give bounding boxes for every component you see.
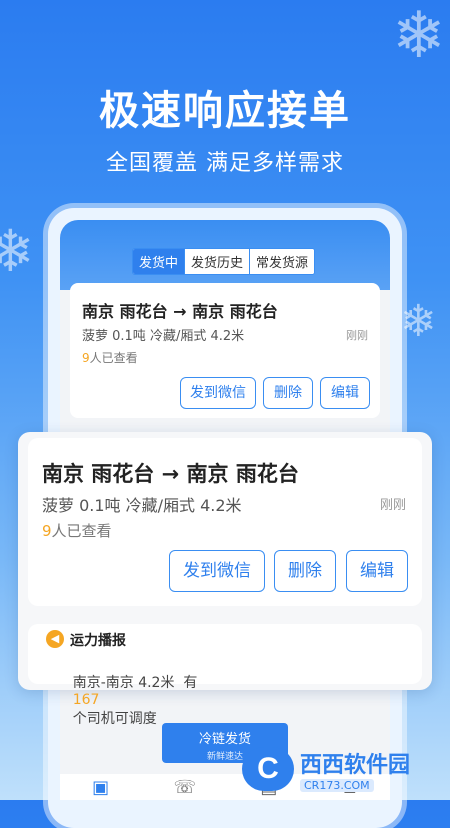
delete-button[interactable]: 删除 xyxy=(274,550,336,592)
viewed-label: 人已查看 xyxy=(51,522,112,540)
tab-frequent[interactable]: 常发货源 xyxy=(249,249,315,274)
hero-subline: 全国覆盖 满足多样需求 xyxy=(106,151,344,176)
box-icon[interactable]: ▣ xyxy=(92,777,109,798)
tab-shipping[interactable]: 发货中 xyxy=(133,249,185,274)
watermark-logo: C xyxy=(242,747,294,791)
broadcast-suffix: 个司机可调度 xyxy=(72,711,157,727)
time-text: 刚刚 xyxy=(379,498,406,513)
broadcast-prefix: 南京-南京 4.2米 有 xyxy=(72,675,198,691)
broadcast-title: 运力播报 xyxy=(70,633,126,649)
watermark-url: CR173.COM xyxy=(300,778,374,792)
site-watermark: C 西西软件园 CR173.COM xyxy=(242,746,442,792)
watermark-title: 西西软件园 xyxy=(300,752,411,778)
phone-list-icon[interactable]: ☏ xyxy=(174,777,197,798)
megaphone-icon: ◀ xyxy=(46,630,64,648)
shipment-card-body: 南京 雨花台 → 南京 雨花台 菠萝 0.1吨 冷藏/厢式 4.2米 刚刚 9人… xyxy=(28,438,422,606)
route-text: 南京 雨花台 → 南京 雨花台 xyxy=(42,462,299,486)
snowflake-icon: ❄ xyxy=(400,296,437,347)
viewed-text: 9人已查看 xyxy=(42,520,112,541)
snowflake-icon: ❄ xyxy=(0,217,35,285)
shipment-card-enlarged: 南京 雨花台 → 南京 雨花台 菠萝 0.1吨 冷藏/厢式 4.2米 刚刚 9人… xyxy=(18,432,432,727)
snowflake-icon: ❄ xyxy=(392,0,446,73)
edit-button[interactable]: 编辑 xyxy=(320,377,370,409)
capacity-broadcast: ◀ 运力播报 南京-南京 4.2米 有 167 个司机可调度 xyxy=(28,624,422,727)
send-wechat-button[interactable]: 发到微信 xyxy=(169,550,265,592)
time-text: 刚刚 xyxy=(346,329,368,342)
delete-button[interactable]: 删除 xyxy=(263,377,313,409)
viewed-count: 9 xyxy=(82,351,90,365)
route-text: 南京 雨花台 → 南京 雨花台 xyxy=(82,302,278,321)
viewed-label: 人已查看 xyxy=(89,351,138,365)
goods-text: 菠萝 0.1吨 冷藏/厢式 4.2米 xyxy=(82,329,245,344)
driver-count: 167 xyxy=(72,692,100,708)
cta-title: 冷链发货 xyxy=(198,732,251,747)
goods-text: 菠萝 0.1吨 冷藏/厢式 4.2米 xyxy=(42,496,242,515)
edit-button[interactable]: 编辑 xyxy=(346,550,408,592)
tab-bar: 发货中 发货历史 常发货源 xyxy=(132,248,316,275)
viewed-count: 9 xyxy=(42,522,52,540)
shipment-card: 南京 雨花台 → 南京 雨花台 菠萝 0.1吨 冷藏/厢式 4.2米 刚刚 9人… xyxy=(70,283,380,418)
send-wechat-button[interactable]: 发到微信 xyxy=(180,377,256,409)
viewed-text: 9人已查看 xyxy=(82,349,138,366)
tab-history[interactable]: 发货历史 xyxy=(184,249,250,274)
hero-headline: 极速响应接单 xyxy=(99,88,351,134)
